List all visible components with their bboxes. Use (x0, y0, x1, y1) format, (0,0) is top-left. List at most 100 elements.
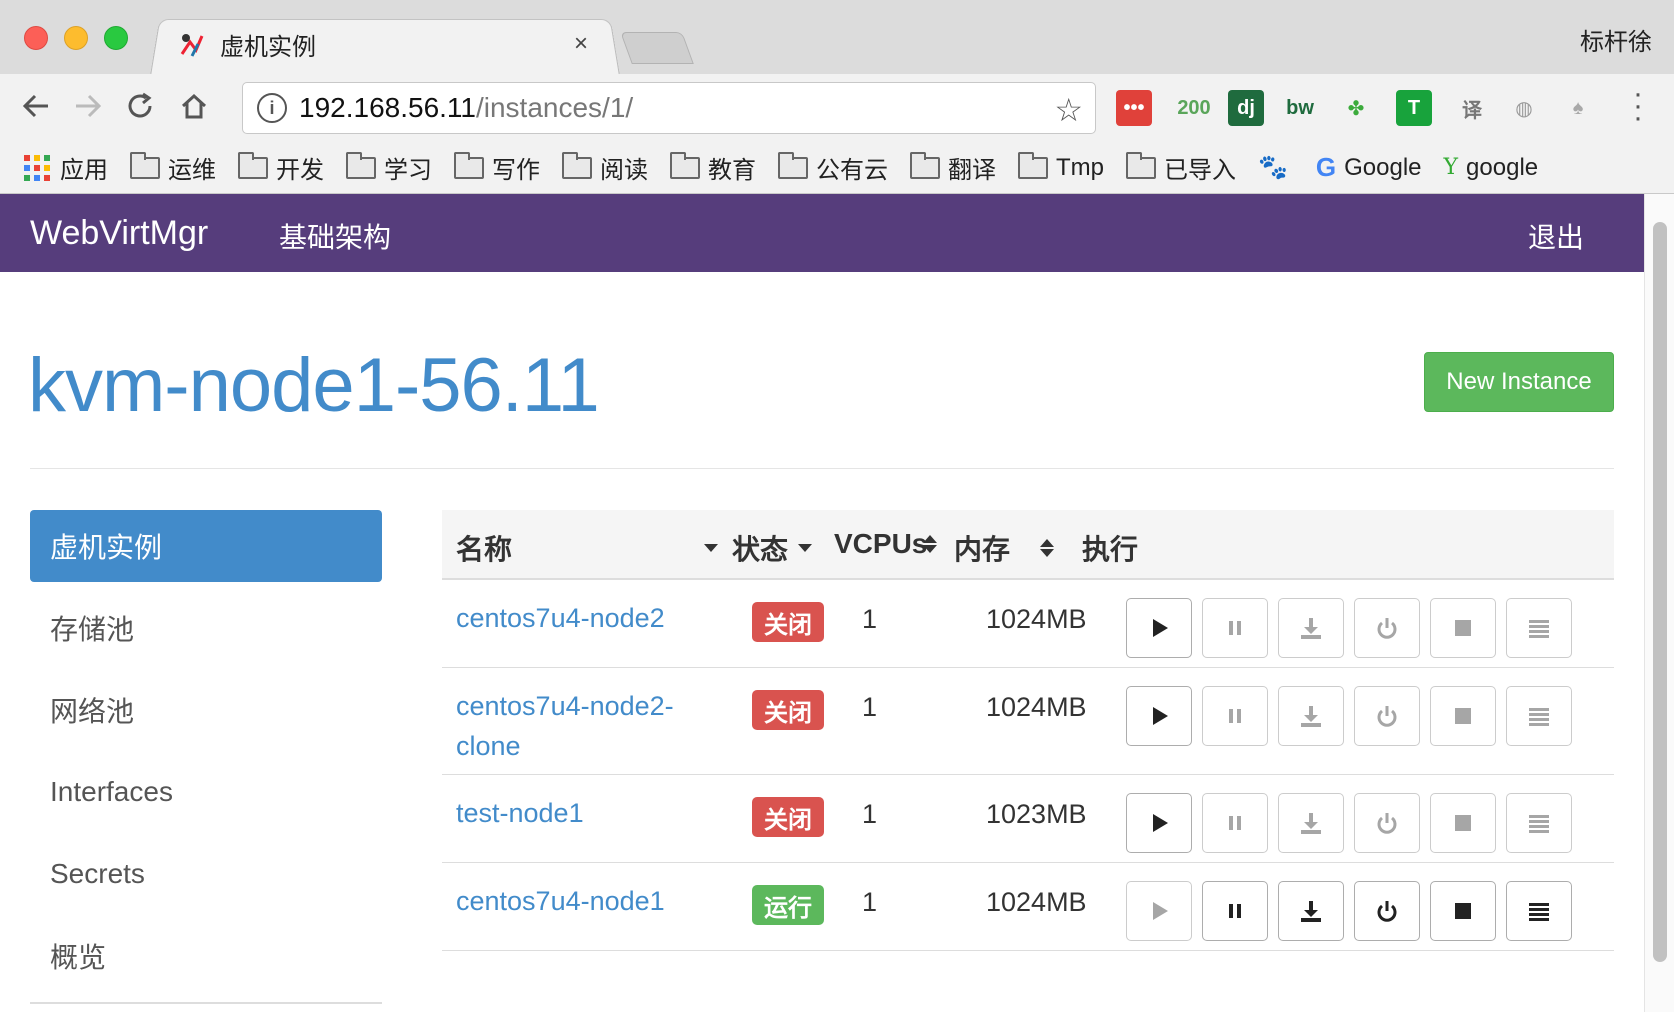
instance-name-link[interactable]: test-node1 (456, 793, 716, 833)
start-button[interactable] (1126, 686, 1192, 746)
details-button[interactable] (1506, 881, 1572, 941)
bookmark-folder[interactable]: 写作 (454, 150, 540, 185)
tab-title: 虚机实例 (220, 33, 316, 61)
address-bar[interactable]: i 192.168.56.11/instances/1/ ☆ (242, 82, 1096, 134)
page-viewport: WebVirtMgr 基础架构 退出 kvm-node1-56.11 New I… (0, 194, 1674, 1012)
bookmark-folder[interactable]: 学习 (346, 150, 432, 185)
shield-t-icon[interactable]: T (1396, 90, 1432, 126)
start-button[interactable] (1126, 793, 1192, 853)
shutdown-button[interactable] (1354, 881, 1420, 941)
instance-name-link[interactable]: centos7u4-node2 (456, 598, 716, 638)
bookmarks-bar: 应用 运维 开发 学习 写作 阅读 教育 公有云 翻译 Tmp 已导入 🐾 G Google Ygoogle (0, 142, 1674, 194)
suspend-button[interactable] (1202, 793, 1268, 853)
pause-icon (1229, 816, 1241, 830)
vcpu-count: 1 (862, 799, 878, 829)
clover-icon[interactable]: ✤ (1338, 90, 1374, 126)
bookmark-label: 公有云 (816, 157, 888, 184)
logout-link[interactable]: 退出 (1528, 216, 1584, 256)
close-window-button[interactable] (24, 26, 48, 50)
scrollbar-thumb[interactable] (1653, 222, 1667, 962)
shutdown-button[interactable] (1354, 686, 1420, 746)
download-icon (1301, 813, 1321, 834)
details-button[interactable] (1506, 686, 1572, 746)
reload-icon[interactable] (120, 86, 160, 126)
bookmark-folder[interactable]: 已导入 (1126, 150, 1236, 185)
bookmark-folder[interactable]: Tmp (1018, 151, 1104, 182)
browser-menu-icon[interactable]: · · · (1632, 79, 1644, 133)
suspend-button[interactable] (1202, 686, 1268, 746)
sort-caret-icon (798, 544, 813, 552)
sidebar-item-3[interactable]: Interfaces (30, 756, 382, 828)
bookmark-label: 运维 (168, 157, 216, 184)
bookmark-label: 写作 (492, 157, 540, 184)
suspend-button[interactable] (1202, 598, 1268, 658)
sidebar-nav: 虚机实例存储池网络池 Interfaces Secrets 概览 (30, 510, 382, 1002)
bookmark-google-2[interactable]: Ygoogle (1444, 154, 1539, 182)
brand-logo[interactable]: WebVirtMgr (30, 214, 208, 253)
sidebar-item-1[interactable]: 存储池 (30, 592, 382, 664)
counter-200-icon[interactable]: 200 (1176, 90, 1212, 126)
bookmark-folder[interactable]: 运维 (130, 150, 216, 185)
page-scrollbar[interactable] (1644, 194, 1674, 1012)
save-button[interactable] (1278, 881, 1344, 941)
details-button[interactable] (1506, 598, 1572, 658)
bookmark-google[interactable]: G Google (1316, 152, 1422, 183)
new-instance-button[interactable]: New Instance (1424, 352, 1614, 412)
start-button[interactable] (1126, 598, 1192, 658)
bookmark-folder[interactable]: 翻译 (910, 150, 996, 185)
forward-icon[interactable] (68, 86, 108, 126)
folder-icon (910, 151, 940, 179)
bw-icon[interactable]: bw (1282, 90, 1318, 126)
sort-both-icon (923, 535, 938, 553)
force-off-button[interactable] (1430, 881, 1496, 941)
zoom-window-button[interactable] (104, 26, 128, 50)
home-icon[interactable] (174, 86, 214, 126)
col-memory-header[interactable]: 内存 (954, 528, 1055, 568)
save-button[interactable] (1278, 686, 1344, 746)
instance-name-link[interactable]: centos7u4-node1 (456, 881, 716, 921)
instance-name-link[interactable]: centos7u4-node2-clone (456, 686, 716, 766)
sidebar-item-2[interactable]: 网络池 (30, 674, 382, 746)
force-off-button[interactable] (1430, 686, 1496, 746)
globe-icon[interactable]: ◍ (1506, 90, 1542, 126)
tab-close-icon[interactable]: × (574, 30, 588, 58)
bookmark-folder[interactable]: 开发 (238, 150, 324, 185)
dict-icon[interactable]: 译 (1454, 90, 1490, 126)
top-navbar: WebVirtMgr 基础架构 退出 (0, 194, 1644, 272)
col-name-header[interactable]: 名称 (456, 528, 718, 568)
folder-icon (1018, 151, 1048, 179)
nav-link-infrastructure[interactable]: 基础架构 (279, 216, 391, 256)
list-icon (1529, 620, 1549, 638)
sidebar-item-0[interactable]: 虚机实例 (30, 510, 382, 582)
force-off-button[interactable] (1430, 598, 1496, 658)
suspend-button[interactable] (1202, 881, 1268, 941)
details-button[interactable] (1506, 793, 1572, 853)
bookmark-folder[interactable]: 公有云 (778, 150, 888, 185)
stop-icon (1455, 903, 1471, 919)
memory-size: 1023MB (986, 799, 1087, 829)
site-info-icon[interactable]: i (257, 93, 287, 123)
save-button[interactable] (1278, 793, 1344, 853)
new-tab-button[interactable] (620, 32, 694, 64)
bookmark-apps[interactable]: 应用 (24, 150, 108, 185)
col-status-header[interactable]: 状态 (732, 528, 813, 568)
parachute-icon[interactable]: ♠ (1560, 90, 1596, 126)
shutdown-button[interactable] (1354, 793, 1420, 853)
col-vcpus-header[interactable]: VCPUs (834, 528, 938, 560)
todo-icon[interactable]: ••• (1116, 90, 1152, 126)
start-button[interactable] (1126, 881, 1192, 941)
bookmark-folder[interactable]: 教育 (670, 150, 756, 185)
sidebar-item-5[interactable]: 概览 (30, 920, 382, 992)
bookmark-star-icon[interactable]: ☆ (1054, 91, 1083, 129)
django-icon[interactable]: dj (1228, 90, 1264, 126)
back-icon[interactable] (16, 86, 56, 126)
force-off-button[interactable] (1430, 793, 1496, 853)
sidebar-item-4[interactable]: Secrets (30, 838, 382, 910)
window-titlebar: 虚机实例 × 标杆徐 (0, 0, 1674, 77)
bookmark-folder[interactable]: 阅读 (562, 150, 648, 185)
save-button[interactable] (1278, 598, 1344, 658)
shutdown-button[interactable] (1354, 598, 1420, 658)
bookmark-baidu[interactable]: 🐾 (1258, 153, 1294, 182)
minimize-window-button[interactable] (64, 26, 88, 50)
profile-name[interactable]: 标杆徐 (1580, 22, 1652, 57)
